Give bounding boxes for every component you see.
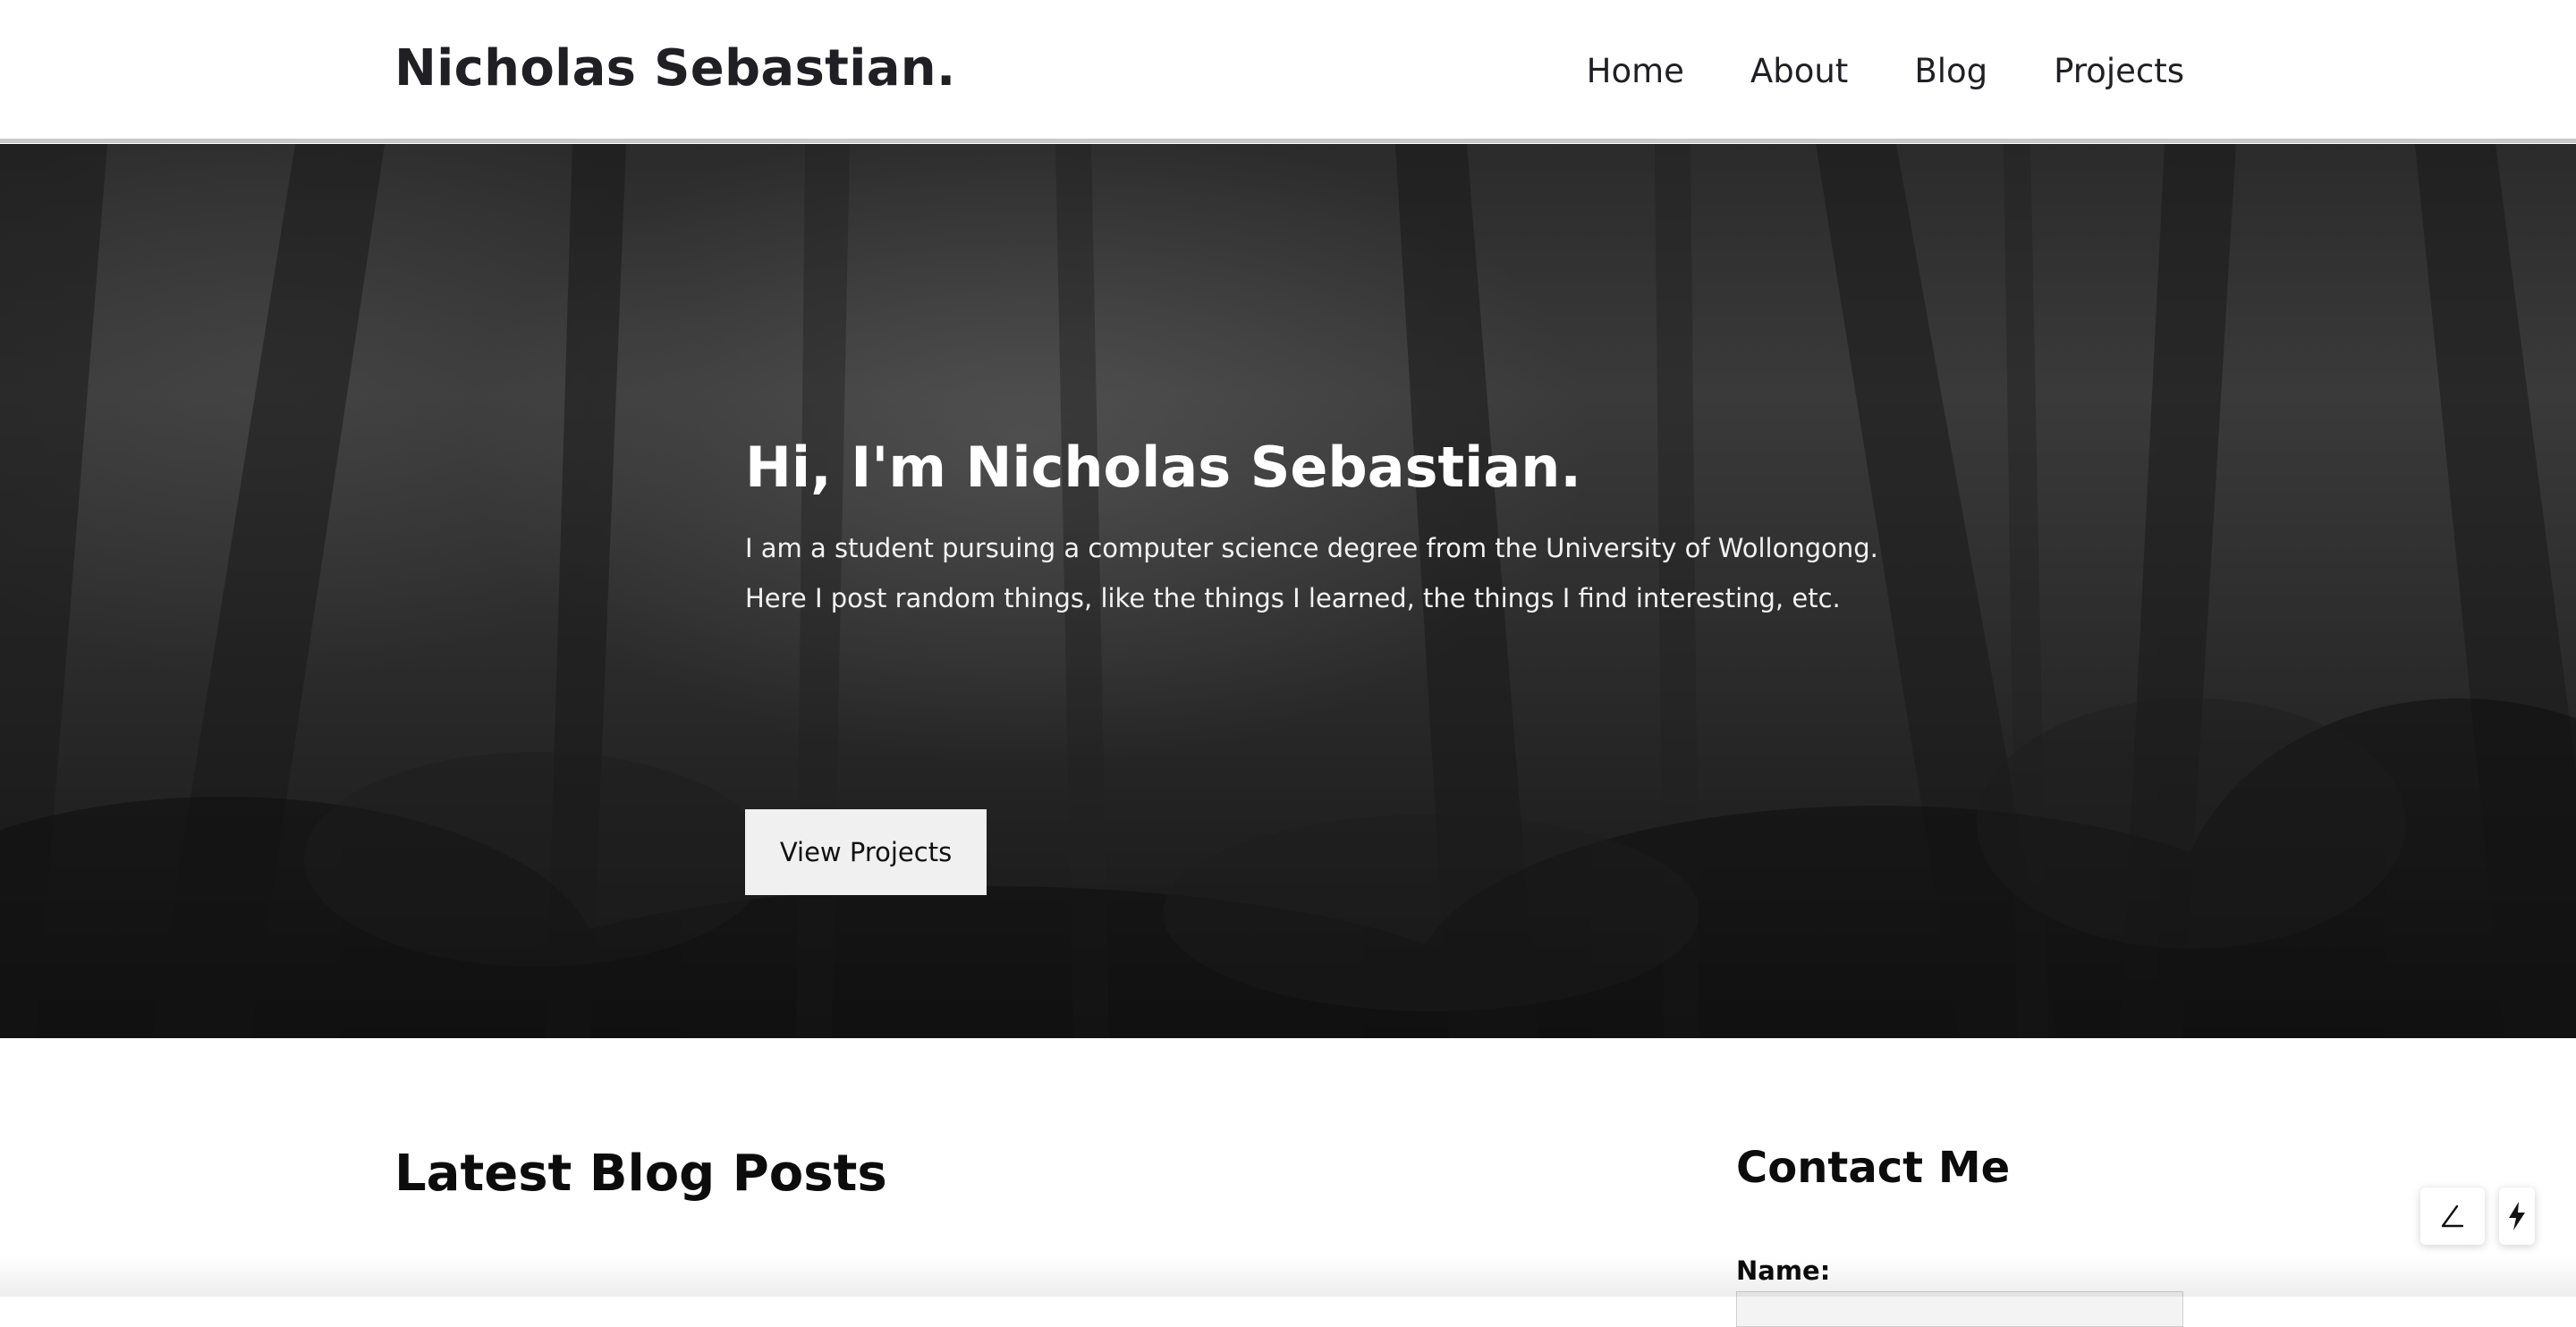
- bottom-fade: [0, 1256, 2576, 1297]
- hero-intro-line-2: Here I post random things, like the thin…: [745, 583, 1841, 613]
- main-nav: Home About Blog Projects: [1587, 52, 2184, 90]
- nav-projects[interactable]: Projects: [2054, 52, 2184, 90]
- latest-blog-posts-heading: Latest Blog Posts: [394, 1145, 887, 1203]
- name-field[interactable]: [1736, 1291, 2183, 1327]
- floating-tools: [2420, 1188, 2535, 1245]
- angle-icon[interactable]: [2420, 1188, 2485, 1245]
- nav-home[interactable]: Home: [1587, 52, 1684, 90]
- nav-about[interactable]: About: [1750, 52, 1848, 90]
- name-label: Name:: [1736, 1255, 1831, 1286]
- hero-section: Hi, I'm Nicholas Sebastian. I am a stude…: [0, 144, 2576, 1038]
- lightning-icon[interactable]: [2499, 1188, 2535, 1245]
- site-header: Nicholas Sebastian. Home About Blog Proj…: [0, 0, 2576, 143]
- site-brand[interactable]: Nicholas Sebastian.: [394, 39, 956, 97]
- hero-intro-line-1: I am a student pursuing a computer scien…: [745, 533, 1878, 563]
- hero-content: Hi, I'm Nicholas Sebastian. I am a stude…: [745, 435, 2087, 895]
- hero-title: Hi, I'm Nicholas Sebastian.: [745, 435, 1581, 500]
- view-projects-button[interactable]: View Projects: [745, 809, 987, 895]
- nav-blog[interactable]: Blog: [1914, 52, 1987, 90]
- contact-me-heading: Contact Me: [1736, 1143, 2011, 1193]
